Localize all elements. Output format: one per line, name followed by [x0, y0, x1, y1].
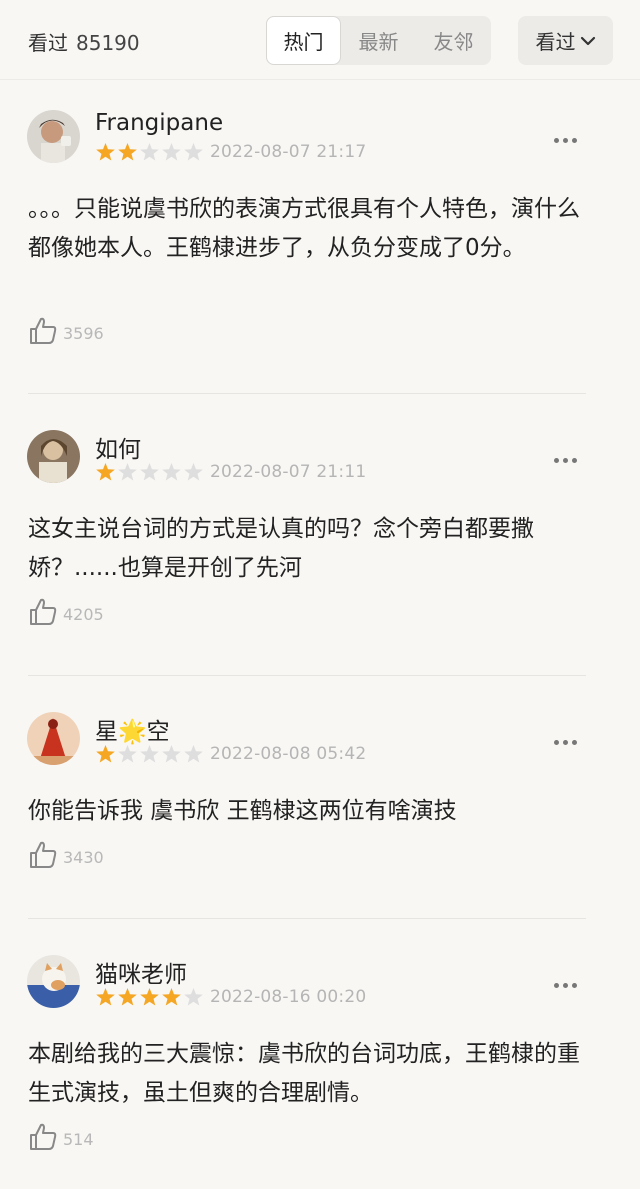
like-count: 4205: [63, 604, 104, 624]
star-empty-icon: [162, 745, 181, 763]
rating-stars: [95, 987, 205, 1007]
chevron-down-icon: [580, 35, 596, 47]
review-date: 2022-08-07 21:11: [210, 462, 367, 482]
avatar[interactable]: [27, 955, 80, 1008]
star-empty-icon: [118, 463, 137, 481]
user-name[interactable]: 星🌟空: [95, 712, 170, 746]
thumbs-up-icon: [28, 597, 58, 631]
more-options-icon[interactable]: [552, 132, 579, 149]
like-button[interactable]: 3430: [28, 840, 104, 874]
user-name[interactable]: 如何: [95, 430, 141, 464]
like-count: 3596: [63, 323, 104, 343]
star-filled-icon: [96, 463, 115, 481]
review-content: 这女主说台词的方式是认真的吗？念个旁白都要撒娇？......也算是开创了先河: [28, 516, 534, 581]
seen-filter-dropdown[interactable]: 看过: [518, 16, 613, 65]
divider: [28, 393, 586, 394]
seen-filter-label: 看过: [535, 30, 576, 54]
avatar[interactable]: [27, 110, 80, 163]
star-empty-icon: [184, 988, 203, 1006]
avatar[interactable]: [27, 712, 80, 765]
star-empty-icon: [184, 745, 203, 763]
star-empty-icon: [162, 143, 181, 161]
star-filled-icon: [118, 143, 137, 161]
review-date: 2022-08-16 00:20: [210, 987, 367, 1007]
star-empty-icon: [140, 143, 159, 161]
review-content: 。。。只能说虞书欣的表演方式很具有个人特色，演什么都像她本人。王鹤棣进步了，从负…: [28, 196, 580, 261]
seen-label: 看过: [28, 31, 68, 55]
review-content: 你能告诉我 虞书欣 王鹤棣这两位有啥演技: [28, 798, 457, 824]
star-filled-icon: [96, 745, 115, 763]
star-empty-icon: [184, 463, 203, 481]
star-empty-icon: [140, 745, 159, 763]
thumbs-up-icon: [28, 1122, 58, 1156]
like-button[interactable]: 514: [28, 1122, 94, 1156]
like-count: 3430: [63, 847, 104, 867]
divider: [28, 675, 586, 676]
like-count: 514: [63, 1129, 94, 1149]
thumbs-up-icon: [28, 840, 58, 874]
rating-stars: [95, 142, 205, 162]
more-options-icon[interactable]: [552, 734, 579, 751]
user-name[interactable]: 猫咪老师: [95, 955, 187, 989]
tab-latest[interactable]: 最新: [341, 16, 416, 65]
header-bar: 看过 85190 热门 最新 友邻 看过: [0, 0, 640, 80]
star-empty-icon: [118, 745, 137, 763]
more-options-icon[interactable]: [552, 452, 579, 469]
star-empty-icon: [140, 463, 159, 481]
tab-hot[interactable]: 热门: [266, 16, 341, 65]
star-filled-icon: [118, 988, 137, 1006]
star-filled-icon: [140, 988, 159, 1006]
star-filled-icon: [96, 988, 115, 1006]
avatar[interactable]: [27, 430, 80, 483]
like-button[interactable]: 3596: [28, 316, 104, 350]
seen-count: 看过 85190: [28, 27, 140, 56]
like-button[interactable]: 4205: [28, 597, 104, 631]
review-content: 本剧给我的三大震惊：虞书欣的台词功底，王鹤棣的重生式演技，虽土但爽的合理剧情。: [28, 1041, 580, 1106]
more-options-icon[interactable]: [552, 977, 579, 994]
thumbs-up-icon: [28, 316, 58, 350]
divider: [28, 918, 586, 919]
star-empty-icon: [184, 143, 203, 161]
seen-count-number: 85190: [76, 31, 140, 55]
review-date: 2022-08-07 21:17: [210, 142, 367, 162]
rating-stars: [95, 744, 205, 764]
star-empty-icon: [162, 463, 181, 481]
review-date: 2022-08-08 05:42: [210, 744, 367, 764]
rating-stars: [95, 462, 205, 482]
star-filled-icon: [96, 143, 115, 161]
sort-tabs: 热门 最新 友邻: [266, 16, 491, 65]
star-filled-icon: [162, 988, 181, 1006]
user-name[interactable]: Frangipane: [95, 110, 223, 136]
tab-friends[interactable]: 友邻: [416, 16, 491, 65]
